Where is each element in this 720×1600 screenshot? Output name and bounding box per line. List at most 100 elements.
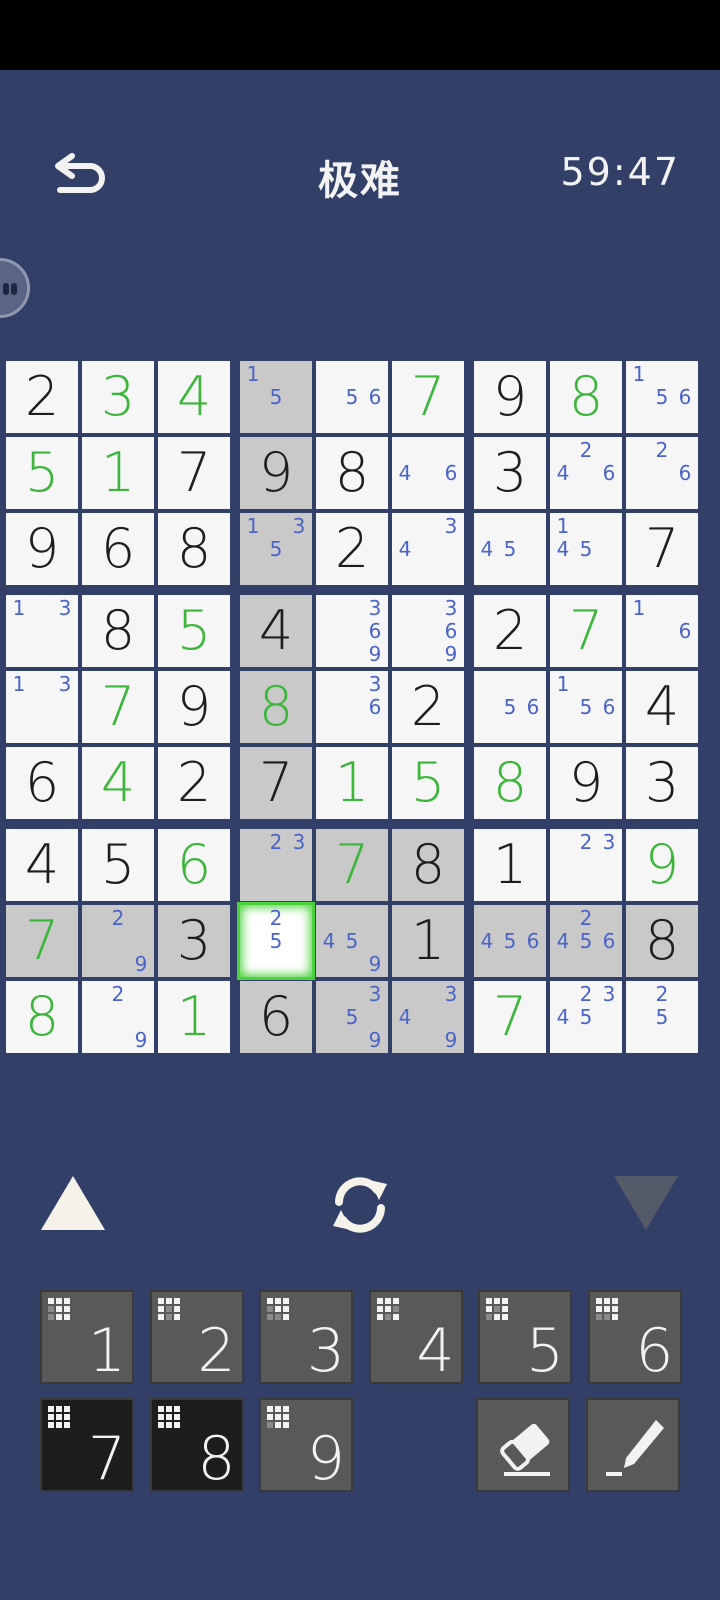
board-cell[interactable]: 29 [82,905,154,977]
board-cell[interactable]: 4 [6,829,78,901]
number-key-3[interactable]: 3 [259,1290,353,1386]
board-cell[interactable]: 8 [240,671,312,743]
board-cell[interactable]: 4 [240,595,312,667]
board-cell[interactable]: 25 [240,905,312,977]
number-key-7[interactable]: 7 [40,1398,134,1494]
cell-value-given: 9 [492,365,528,428]
board-cell[interactable]: 459 [316,905,388,977]
board-cell[interactable]: 8 [550,361,622,433]
number-key-2[interactable]: 2 [149,1290,244,1386]
board-cell[interactable]: 9 [626,829,698,901]
board-cell[interactable]: 16 [626,595,698,667]
board-cell[interactable]: 15 [240,361,312,433]
board-cell[interactable]: 5 [6,437,78,509]
board-cell[interactable]: 56 [316,361,388,433]
board-cell[interactable]: 7 [316,829,388,901]
board-cell[interactable]: 1 [392,905,464,977]
board-cell[interactable]: 34 [392,513,464,585]
eraser-button[interactable] [476,1398,570,1492]
board-cell[interactable]: 3 [626,747,698,819]
board-cell[interactable]: 9 [474,361,546,433]
board-cell[interactable]: 7 [240,747,312,819]
board-cell[interactable]: 145 [550,513,622,585]
pencil-button[interactable] [586,1398,680,1492]
board-cell[interactable]: 2 [6,361,78,433]
number-key-1[interactable]: 1 [40,1290,134,1386]
refresh-button[interactable] [325,1170,395,1240]
board-cell[interactable]: 56 [474,671,546,743]
board-cell[interactable]: 156 [626,361,698,433]
board-cell[interactable]: 3 [158,905,230,977]
board-cell[interactable]: 4 [626,671,698,743]
board-cell[interactable]: 3 [474,437,546,509]
board-cell[interactable]: 5 [82,829,154,901]
board-cell[interactable]: 8 [6,981,78,1053]
board-cell[interactable]: 23 [550,829,622,901]
board-cell[interactable]: 2 [158,747,230,819]
board-cell[interactable]: 13 [6,595,78,667]
board-cell[interactable]: 2 [316,513,388,585]
board-cell[interactable]: 1 [82,437,154,509]
board-cell[interactable]: 46 [392,437,464,509]
board-cell[interactable]: 8 [158,513,230,585]
board-cell[interactable]: 7 [550,595,622,667]
board-cell[interactable]: 4 [82,747,154,819]
triangle-up-icon[interactable] [41,1176,105,1230]
cell-value-user: 5 [24,441,60,504]
board-cell[interactable]: 7 [6,905,78,977]
board-cell[interactable]: 6 [240,981,312,1053]
board-cell[interactable]: 8 [316,437,388,509]
board-cell[interactable]: 7 [392,361,464,433]
board-cell[interactable]: 1 [316,747,388,819]
board-cell[interactable]: 45 [474,513,546,585]
board-cell[interactable]: 7 [474,981,546,1053]
board-cell[interactable]: 24 6 [550,437,622,509]
board-cell[interactable]: 9 [6,513,78,585]
board-cell[interactable]: 6 [82,513,154,585]
triangle-down-icon[interactable] [614,1176,678,1230]
board-cell[interactable]: 29 [82,981,154,1053]
board-cell[interactable]: 2 [392,671,464,743]
board-cell[interactable]: 456 [474,905,546,977]
board-cell[interactable]: 5 [392,747,464,819]
number-key-5[interactable]: 5 [478,1290,572,1386]
board-cell[interactable]: 1 [474,829,546,901]
board-cell[interactable]: 23 [240,829,312,901]
number-key-8[interactable]: 8 [149,1398,244,1494]
board-cell[interactable]: 13 [6,671,78,743]
board-cell[interactable]: 9 [158,671,230,743]
board-cell[interactable]: 8 [626,905,698,977]
board-cell[interactable]: 8 [82,595,154,667]
board-cell[interactable]: 5 [158,595,230,667]
board-cell[interactable]: 369 [316,595,388,667]
board-cell[interactable]: 359 [316,981,388,1053]
board-cell[interactable]: 6 [6,747,78,819]
number-key-9[interactable]: 9 [259,1398,353,1494]
board-cell[interactable]: 23 45 [550,981,622,1053]
board-cell[interactable]: 8 [392,829,464,901]
board-cell[interactable]: 7 [158,437,230,509]
board-cell[interactable]: 3 4 9 [392,981,464,1053]
board-cell[interactable]: 7 [626,513,698,585]
side-drawer-handle[interactable] [0,258,30,318]
board-cell[interactable]: 9 [550,747,622,819]
board-cell[interactable]: 26 [626,437,698,509]
board-cell[interactable]: 6 [158,829,230,901]
board-cell[interactable]: 25 [626,981,698,1053]
board-cell[interactable]: 2456 [550,905,622,977]
board-cell[interactable]: 2 [474,595,546,667]
pencil-note: 4 [556,461,570,485]
board-cell[interactable]: 3 [82,361,154,433]
number-key-6[interactable]: 6 [587,1290,682,1386]
board-cell[interactable]: 9 [240,437,312,509]
board-cell[interactable]: 36 [316,671,388,743]
board-cell[interactable]: 369 [392,595,464,667]
cell-value-given: 7 [644,517,680,580]
board-cell[interactable]: 7 [82,671,154,743]
board-cell[interactable]: 1 [158,981,230,1053]
board-cell[interactable]: 4 [158,361,230,433]
number-key-4[interactable]: 4 [368,1290,463,1386]
board-cell[interactable]: 156 [550,671,622,743]
board-cell[interactable]: 1 35 [240,513,312,585]
board-cell[interactable]: 8 [474,747,546,819]
